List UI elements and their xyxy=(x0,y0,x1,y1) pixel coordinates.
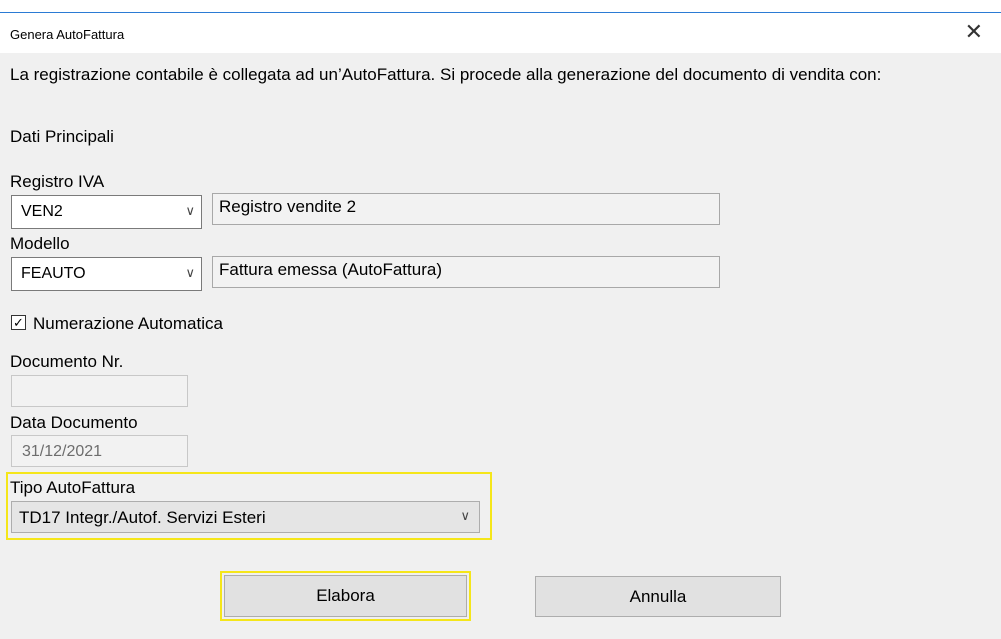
chevron-down-icon[interactable]: ∨ xyxy=(460,508,470,524)
tipo-autofattura-select[interactable]: TD17 Integr./Autof. Servizi Esteri ∨ xyxy=(11,501,480,533)
dialog-titlebar: Genera AutoFattura ✕ xyxy=(0,13,1001,53)
chevron-down-icon[interactable]: ∨ xyxy=(185,265,195,281)
numerazione-label[interactable]: Numerazione Automatica xyxy=(33,314,223,334)
close-icon[interactable]: ✕ xyxy=(965,21,983,43)
data-documento-field[interactable]: 31/12/2021 xyxy=(11,435,188,467)
modello-description: Fattura emessa (AutoFattura) xyxy=(212,256,720,288)
registro-iva-value: VEN2 xyxy=(21,203,63,220)
info-message: La registrazione contabile è collegata a… xyxy=(10,65,882,84)
chevron-down-icon[interactable]: ∨ xyxy=(185,203,195,219)
elabora-button[interactable]: Elabora xyxy=(224,575,467,617)
modello-select[interactable]: FEAUTO ∨ xyxy=(11,257,202,291)
tipo-autofattura-label: Tipo AutoFattura xyxy=(10,478,136,497)
documento-nr-label: Documento Nr. xyxy=(10,352,124,371)
numerazione-checkbox[interactable]: ✓ xyxy=(11,315,26,330)
check-icon: ✓ xyxy=(13,315,24,330)
dialog-title: Genera AutoFattura xyxy=(10,27,125,42)
modello-value: FEAUTO xyxy=(21,265,86,282)
registro-iva-description: Registro vendite 2 xyxy=(212,193,720,225)
modello-label: Modello xyxy=(10,234,70,253)
tipo-autofattura-value: TD17 Integr./Autof. Servizi Esteri xyxy=(19,508,266,527)
documento-nr-field[interactable] xyxy=(11,375,188,407)
registro-iva-select[interactable]: VEN2 ∨ xyxy=(11,195,202,229)
data-documento-label: Data Documento xyxy=(10,413,138,432)
background-window-strip xyxy=(0,0,1001,13)
registro-iva-label: Registro IVA xyxy=(10,172,105,191)
annulla-button[interactable]: Annulla xyxy=(535,576,781,617)
section-title: Dati Principali xyxy=(10,127,114,146)
